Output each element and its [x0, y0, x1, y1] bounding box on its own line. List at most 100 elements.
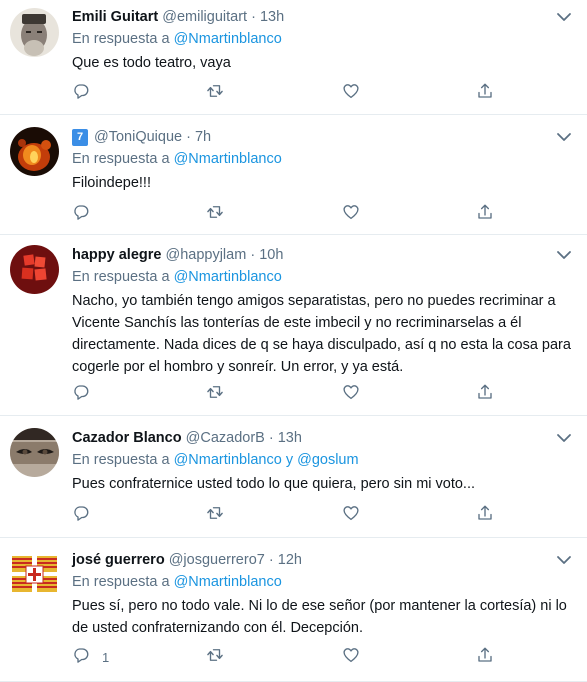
timestamp[interactable]: 12h — [278, 552, 302, 568]
reply-button[interactable] — [72, 202, 102, 226]
avatar[interactable] — [10, 8, 59, 57]
reply-icon — [72, 383, 90, 406]
tweet[interactable]: josé guerrero @josguerrero7 · 12h En res… — [0, 538, 587, 682]
reply-context: En respuesta a @Nmartinblanco — [72, 28, 573, 50]
reply-button[interactable]: 1 — [72, 645, 109, 669]
display-name[interactable]: josé guerrero — [72, 552, 165, 568]
reply-button[interactable] — [72, 81, 102, 105]
share-button[interactable] — [476, 503, 494, 527]
tweet-text: Pues sí, pero no todo vale. Ni lo de ese… — [72, 598, 567, 636]
mention-link[interactable]: @Nmartinblanco — [174, 452, 282, 468]
retweet-icon — [206, 203, 224, 226]
user-handle[interactable]: @ToniQuique — [94, 129, 182, 145]
retweet-icon — [206, 82, 224, 105]
tweet[interactable]: 7 @ToniQuique · 7h En respuesta a @Nmarti… — [0, 115, 587, 235]
mention-link[interactable]: @Nmartinblanco — [174, 31, 282, 47]
reply-icon — [72, 82, 90, 105]
share-icon — [476, 504, 494, 527]
like-button[interactable] — [342, 382, 360, 406]
reply-context: En respuesta a @Nmartinblanco — [72, 148, 573, 170]
share-button[interactable] — [476, 645, 494, 669]
share-icon — [476, 646, 494, 669]
action-bar — [72, 202, 512, 226]
timestamp[interactable]: 13h — [278, 430, 302, 446]
reply-button[interactable] — [72, 382, 102, 406]
share-icon — [476, 383, 494, 406]
timestamp[interactable]: 7h — [195, 129, 211, 145]
reply-icon — [72, 203, 90, 226]
replies-feed: Emili Guitart @emiliguitart · 13h En res… — [0, 0, 587, 682]
tweet[interactable]: Cazador Blanco @CazadorB · 13h En respue… — [0, 416, 587, 538]
display-name[interactable]: happy alegre — [72, 247, 161, 263]
avatar[interactable] — [10, 428, 59, 477]
mention-link[interactable]: @goslum — [297, 452, 358, 468]
reply-context: En respuesta a @Nmartinblanco — [72, 266, 573, 288]
separator: · — [268, 552, 274, 568]
user-handle[interactable]: @emiliguitart — [162, 9, 247, 25]
tweet-text: Que es todo teatro, vaya — [72, 55, 231, 71]
display-name[interactable]: Emili Guitart — [72, 9, 158, 25]
reply-prefix: En respuesta a — [72, 269, 170, 285]
reply-button[interactable] — [72, 503, 102, 527]
like-button[interactable] — [342, 202, 360, 226]
user-handle[interactable]: @happyjlam — [165, 247, 246, 263]
reply-context: En respuesta a @Nmartinblanco — [72, 571, 573, 593]
user-handle[interactable]: @CazadorB — [186, 430, 265, 446]
retweet-button[interactable] — [206, 202, 224, 226]
tweet-text: Nacho, yo también tengo amigos separatis… — [72, 293, 571, 375]
more-icon[interactable] — [555, 433, 573, 443]
timestamp[interactable]: 13h — [260, 9, 284, 25]
retweet-button[interactable] — [206, 382, 224, 406]
mention-link[interactable]: @Nmartinblanco — [174, 269, 282, 285]
tweet-header: Emili Guitart @emiliguitart · 13h — [72, 6, 573, 28]
tweet-header: 7 @ToniQuique · 7h — [72, 126, 573, 148]
action-bar — [72, 503, 512, 527]
more-icon[interactable] — [555, 555, 573, 565]
retweet-button[interactable] — [206, 503, 224, 527]
name-badge[interactable]: 7 — [72, 129, 88, 146]
action-bar — [72, 81, 512, 105]
avatar[interactable] — [10, 127, 59, 176]
tweet[interactable]: Emili Guitart @emiliguitart · 13h En res… — [0, 0, 587, 115]
like-button[interactable] — [342, 81, 360, 105]
tweet[interactable]: happy alegre @happyjlam · 10h En respues… — [0, 235, 587, 416]
more-icon[interactable] — [555, 132, 573, 142]
separator: · — [250, 247, 256, 263]
mention-link[interactable]: @Nmartinblanco — [174, 151, 282, 167]
reply-count: 1 — [102, 649, 110, 665]
separator: · — [251, 9, 256, 25]
tweet-text: Filoindepe!!! — [72, 175, 151, 191]
avatar[interactable] — [10, 245, 59, 294]
like-icon — [342, 82, 360, 105]
more-icon[interactable] — [555, 250, 573, 260]
retweet-icon — [206, 383, 224, 406]
like-icon — [342, 383, 360, 406]
more-icon[interactable] — [555, 12, 573, 22]
retweet-button[interactable] — [206, 645, 224, 669]
user-handle[interactable]: @josguerrero7 — [169, 552, 265, 568]
separator: · — [186, 129, 191, 145]
share-icon — [476, 203, 494, 226]
reply-icon — [72, 504, 90, 527]
separator: · — [268, 430, 274, 446]
avatar[interactable] — [10, 550, 59, 599]
action-bar — [72, 382, 512, 406]
like-button[interactable] — [342, 503, 360, 527]
display-name[interactable]: Cazador Blanco — [72, 430, 182, 446]
share-button[interactable] — [476, 382, 494, 406]
reply-prefix: En respuesta a — [72, 574, 170, 590]
mention-link[interactable]: @Nmartinblanco — [174, 574, 282, 590]
retweet-button[interactable] — [206, 81, 224, 105]
like-button[interactable] — [342, 645, 360, 669]
share-icon — [476, 82, 494, 105]
timestamp[interactable]: 10h — [259, 247, 283, 263]
like-icon — [342, 504, 360, 527]
retweet-icon — [206, 646, 224, 669]
reply-prefix: En respuesta a — [72, 452, 170, 468]
retweet-icon — [206, 504, 224, 527]
share-button[interactable] — [476, 202, 494, 226]
tweet-header: Cazador Blanco @CazadorB · 13h — [72, 427, 573, 449]
share-button[interactable] — [476, 81, 494, 105]
tweet-text: Pues confraternice usted todo lo que qui… — [72, 476, 476, 492]
like-icon — [342, 646, 360, 669]
